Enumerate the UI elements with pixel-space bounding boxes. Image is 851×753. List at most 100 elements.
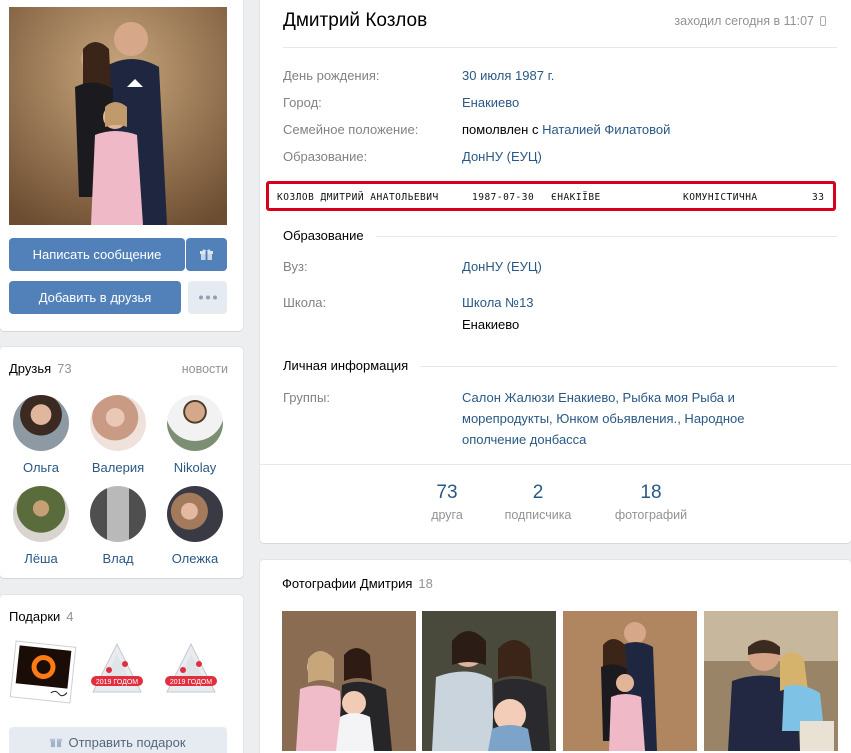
education-section-title[interactable]: Образование	[283, 228, 376, 243]
friend-avatar	[13, 486, 69, 542]
photos-title[interactable]: Фотографии Дмитрия 18	[282, 576, 433, 591]
photo-image	[704, 611, 838, 751]
relationship-prefix: помолвлен с	[462, 122, 539, 137]
friend-item[interactable]: Ольга	[6, 395, 76, 475]
avatar-card: Написать сообщение Добавить в друзья	[0, 0, 243, 331]
groups-link-line[interactable]: Салон Жалюзи Енакиево, Рыбка моя Рыба и	[462, 390, 735, 405]
friend-name: Лёша	[24, 551, 58, 566]
photo-image	[563, 611, 697, 751]
friend-name: Влад	[102, 551, 134, 566]
gifts-title[interactable]: Подарки 4	[9, 609, 74, 624]
info-label: Группы:	[283, 390, 330, 405]
university-link[interactable]: ДонНУ (ЕУЦ)	[462, 259, 542, 274]
counter-label: подписчика	[504, 508, 572, 522]
counter-label: друга	[431, 508, 463, 522]
record-full-name: КОЗЛОВ ДМИТРИЙ АНАТОЛЬЕВИЧ	[277, 192, 439, 203]
friend-name: Валерия	[91, 460, 145, 475]
photo-thumb[interactable]	[282, 611, 416, 751]
friends-block: Друзья 73 новости Ольга Валерия Nikolay Л…	[0, 347, 243, 578]
friends-count: 73	[57, 361, 72, 376]
tree-label: 2019 ГОДОМ	[96, 679, 138, 686]
info-label: Вуз:	[283, 259, 308, 274]
friend-avatar	[167, 395, 223, 451]
counter-friends[interactable]: 73 друга	[402, 482, 492, 522]
add-friend-button[interactable]: Добавить в друзья	[9, 281, 181, 314]
friend-avatar	[90, 395, 146, 451]
friends-title-label: Друзья	[9, 361, 52, 376]
groups-link-line[interactable]: ополчение донбасса	[462, 432, 586, 447]
school-city: Енакиево	[462, 317, 520, 332]
profile-info-card: Дмитрий Козлов заходил сегодня в 11:07 Д…	[260, 0, 851, 543]
counter-number: 73	[436, 482, 458, 503]
profile-photo-image	[9, 7, 227, 225]
info-label: День рождения:	[283, 68, 380, 83]
school-link[interactable]: Школа №13	[462, 295, 534, 310]
send-gift-button[interactable]	[186, 238, 227, 271]
friend-name: Олежка	[171, 551, 219, 566]
highlighted-record: КОЗЛОВ ДМИТРИЙ АНАТОЛЬЕВИЧ 1987-07-30 ЄН…	[266, 181, 836, 211]
photos-block: Фотографии Дмитрия 18	[260, 560, 851, 753]
groups-link-line[interactable]: морепродукты, Юнком обьявления., Народно…	[462, 411, 744, 426]
friend-avatar	[13, 395, 69, 451]
friend-name: Nikolay	[173, 460, 217, 475]
friends-title[interactable]: Друзья 73	[9, 361, 72, 376]
friend-avatar	[90, 486, 146, 542]
personal-section-title[interactable]: Личная информация	[283, 358, 421, 373]
tree-label: 2019 ГОДОМ	[170, 679, 212, 686]
record-number: 33	[812, 192, 825, 203]
info-label: Образование:	[283, 149, 368, 164]
gift-icon	[200, 249, 213, 260]
send-message-button[interactable]: Написать сообщение	[9, 238, 185, 271]
online-status-text: заходил сегодня в 11:07	[674, 14, 814, 28]
photo-thumb[interactable]	[704, 611, 838, 751]
friend-item[interactable]: Валерия	[83, 395, 153, 475]
gifts-block: Подарки 4 2019 ГОДОМ 2019 ГОДОМ Отправит…	[0, 595, 243, 753]
counter-followers[interactable]: 2 подписчика	[493, 482, 583, 522]
counter-label: фотографий	[614, 508, 688, 522]
send-gift-wide-button[interactable]: Отправить подарок	[9, 727, 227, 753]
friend-item[interactable]: Лёша	[6, 486, 76, 566]
photo-image	[282, 611, 416, 751]
more-actions-button[interactable]	[188, 281, 227, 314]
christmas-tree-gift: 2019 ГОДОМ	[91, 642, 143, 693]
education-link[interactable]: ДонНУ (ЕУЦ)	[462, 149, 542, 164]
more-dots-icon	[198, 295, 217, 300]
friend-item[interactable]: Влад	[83, 486, 153, 566]
mobile-icon	[820, 16, 826, 26]
gift-icon	[50, 738, 63, 748]
profile-name: Дмитрий Козлов	[283, 10, 428, 31]
polaroid-gift	[9, 640, 77, 704]
christmas-tree-gift: 2019 ГОДОМ	[165, 642, 217, 693]
profile-photo[interactable]	[9, 7, 227, 225]
friends-news-link[interactable]: новости	[182, 362, 228, 376]
photo-image	[422, 611, 556, 751]
city-link[interactable]: Енакиево	[462, 95, 519, 110]
gift-item[interactable]: 2019 ГОДОМ	[85, 640, 149, 707]
counter-photos[interactable]: 18 фотографий	[606, 482, 696, 522]
birthday-link[interactable]: 30 июля 1987 г.	[462, 68, 554, 83]
friend-avatar	[167, 486, 223, 542]
record-birth-date: 1987-07-30	[472, 192, 535, 203]
friend-item[interactable]: Nikolay	[160, 395, 230, 475]
counter-number: 2	[532, 482, 544, 503]
info-label: Школа:	[283, 295, 327, 310]
gift-item[interactable]: 2019 ГОДОМ	[159, 640, 223, 707]
divider	[283, 47, 837, 48]
send-gift-label: Отправить подарок	[68, 734, 186, 750]
info-label: Город:	[283, 95, 322, 110]
partner-link[interactable]: Наталией Филатовой	[542, 122, 670, 137]
friend-name: Ольга	[22, 460, 59, 475]
divider	[260, 464, 851, 465]
relationship-value: помолвлен с Наталией Филатовой	[462, 122, 670, 137]
record-city: ЄНАКІЇВЕ	[551, 192, 601, 203]
photo-thumb[interactable]	[422, 611, 556, 751]
photos-title-label: Фотографии Дмитрия	[282, 576, 413, 591]
counter-number: 18	[640, 482, 662, 503]
photo-thumb[interactable]	[563, 611, 697, 751]
online-status: заходил сегодня в 11:07	[674, 14, 826, 28]
friend-item[interactable]: Олежка	[160, 486, 230, 566]
gifts-title-label: Подарки	[9, 609, 61, 624]
record-street: КОМУНІСТИЧНА	[683, 192, 758, 203]
gift-item[interactable]	[9, 640, 77, 707]
info-label: Семейное положение:	[283, 122, 419, 137]
